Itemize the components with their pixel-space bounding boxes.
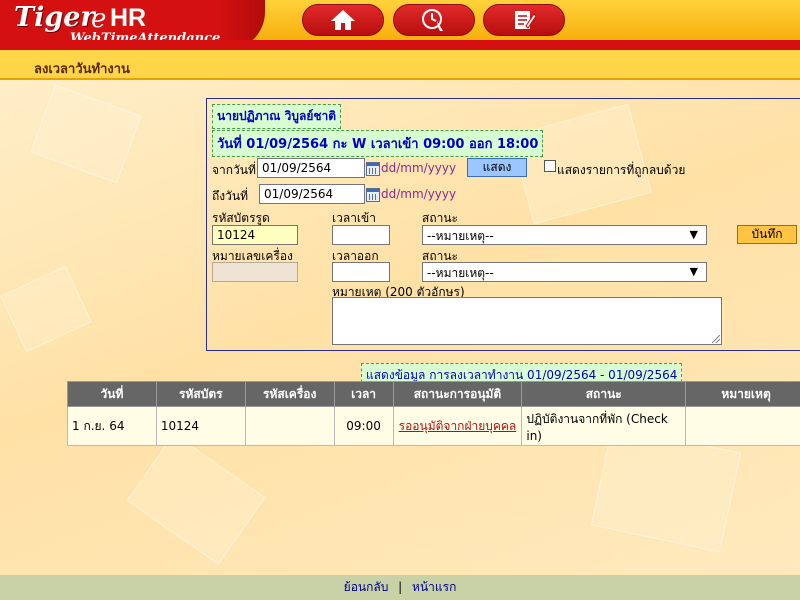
- table-row: 1 ก.ย. 64 10124 09:00 รออนุมัติจากฝ่ายบุ…: [67, 406, 800, 446]
- logo-e-text: e: [91, 4, 107, 34]
- footer-bar: ย้อนกลับ | หน้าแรก: [0, 575, 800, 600]
- cell-status: ปฏิบัติงานจากที่พัก (Check in): [521, 406, 687, 446]
- machine-input: [212, 262, 298, 282]
- cell-time: 09:00: [333, 406, 394, 446]
- home-icon: [331, 10, 355, 30]
- title-bar: ลงเวลาวันทำงาน: [0, 50, 800, 80]
- cell-machine: [244, 406, 335, 446]
- chevron-down-icon: ▼: [689, 265, 698, 278]
- col-header-time: เวลา: [333, 381, 394, 407]
- calendar-icon[interactable]: [366, 162, 380, 176]
- from-date-input[interactable]: [257, 158, 365, 178]
- show-deleted-checkbox[interactable]: [544, 160, 556, 172]
- approval-status-link[interactable]: รออนุมัติจากฝ่ายบุคคล: [399, 419, 517, 433]
- attendance-table: วันที่ รหัสบัตร รหัสเครื่อง เวลา สถานะกา…: [67, 381, 800, 446]
- from-date-label: จากวันที่: [212, 163, 256, 177]
- time-out-input[interactable]: [332, 262, 390, 282]
- to-date-label: ถึงวันที่: [212, 189, 248, 203]
- col-header-status: สถานะ: [521, 381, 687, 407]
- shift-info: วันที่ 01/09/2564 กะ W เวลาเข้า 09:00 ออ…: [212, 130, 544, 157]
- calendar-icon[interactable]: [366, 188, 380, 202]
- card-id-input[interactable]: [212, 225, 298, 245]
- col-header-approval: สถานะการอนุมัติ: [392, 381, 523, 407]
- col-header-date: วันที่: [67, 381, 157, 407]
- nav-timestamp-button[interactable]: [393, 4, 475, 36]
- logo-tiger-text: Tiger: [14, 2, 95, 33]
- home-link[interactable]: หน้าแรก: [412, 580, 456, 594]
- back-link[interactable]: ย้อนกลับ: [344, 580, 389, 594]
- save-button[interactable]: บันทึก: [737, 225, 797, 244]
- report-edit-icon: [515, 11, 536, 29]
- page-title: ลงเวลาวันทำงาน: [34, 62, 130, 77]
- chevron-down-icon: ▼: [689, 228, 698, 241]
- cell-remark: [685, 406, 800, 446]
- nav-home-button[interactable]: [302, 4, 384, 36]
- status-in-select[interactable]: --หมายเหตุ-- ▼: [422, 225, 707, 245]
- col-header-machine: รหัสเครื่อง: [244, 381, 335, 407]
- nav-report-button[interactable]: [483, 4, 565, 36]
- col-header-card: รหัสบัตร: [155, 381, 246, 407]
- cell-date: 1 ก.ย. 64: [67, 406, 157, 446]
- cell-card: 10124: [155, 406, 246, 446]
- from-date-format-hint: dd/mm/yyyy: [381, 161, 457, 175]
- status-out-select[interactable]: --หมายเหตุ-- ▼: [422, 262, 707, 282]
- footer-separator: |: [398, 580, 403, 594]
- employee-name: นายปฏิภาณ วิบูลย์ชาติ: [212, 104, 342, 129]
- table-header-row: วันที่ รหัสบัตร รหัสเครื่อง เวลา สถานะกา…: [67, 381, 800, 407]
- to-date-input[interactable]: [259, 184, 365, 204]
- status-out-value: --หมายเหตุ--: [427, 266, 494, 280]
- resize-grip-icon[interactable]: [712, 335, 720, 343]
- remark-textarea[interactable]: [332, 297, 722, 345]
- time-in-input[interactable]: [332, 225, 390, 245]
- header-red-bar: [0, 40, 800, 50]
- cell-approval: รออนุมัติจากฝ่ายบุคคล: [392, 406, 523, 446]
- show-button[interactable]: แสดง: [467, 158, 527, 177]
- to-date-format-hint: dd/mm/yyyy: [381, 187, 457, 201]
- status-in-value: --หมายเหตุ--: [427, 229, 494, 243]
- logo-hr-text: HR: [110, 4, 147, 32]
- col-header-remark: หมายเหตุ: [685, 381, 800, 407]
- hand-pointer-icon: [422, 9, 443, 31]
- show-deleted-label: แสดงรายการที่ถูกลบด้วย: [557, 163, 686, 177]
